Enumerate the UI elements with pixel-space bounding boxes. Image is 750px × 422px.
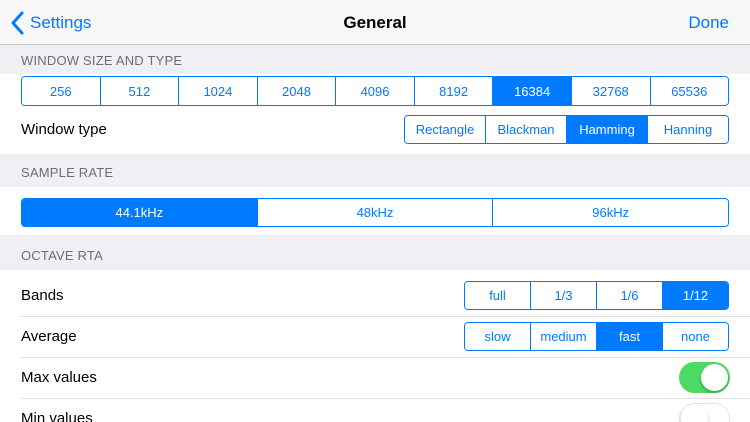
average-segmented-control: slow medium fast none (464, 322, 729, 351)
sample-rate-segmented-control: 44.1kHz 48kHz 96kHz (21, 198, 729, 227)
section-header-octave-rta: OCTAVE RTA (21, 248, 103, 263)
segment-window-size-7[interactable]: 32768 (570, 77, 650, 105)
segment-window-size-5[interactable]: 8192 (413, 77, 493, 105)
min-values-label: Min values (21, 410, 93, 422)
toggle-knob (701, 364, 728, 391)
back-button-label: Settings (30, 12, 92, 32)
min-values-toggle[interactable] (679, 403, 730, 422)
segment-window-size-1[interactable]: 512 (99, 77, 179, 105)
navigation-bar: Settings General Done (0, 0, 750, 45)
window-size-segmented-control: 256 512 1024 2048 4096 8192 16384 32768 65536 (21, 76, 729, 106)
segment-average-0[interactable]: slow (465, 323, 530, 350)
bands-label: Bands (21, 287, 64, 304)
segment-window-size-8[interactable]: 65536 (649, 77, 728, 105)
row-separator (21, 357, 750, 358)
segment-window-type-2[interactable]: Hamming (566, 116, 647, 143)
row-separator (21, 316, 750, 317)
segment-window-size-4[interactable]: 4096 (335, 77, 414, 105)
segment-window-type-1[interactable]: Blackman (485, 116, 566, 143)
page-title: General (343, 12, 407, 32)
window-type-label: Window type (21, 121, 107, 138)
max-values-toggle[interactable] (679, 362, 730, 393)
segment-window-size-3[interactable]: 2048 (256, 77, 336, 105)
segment-sample-rate-1[interactable]: 48kHz (256, 199, 493, 226)
max-values-label: Max values (21, 369, 97, 386)
row-separator (21, 398, 750, 399)
segment-average-3[interactable]: none (662, 323, 728, 350)
bands-segmented-control: full 1/3 1/6 1/12 (464, 281, 729, 310)
segment-sample-rate-2[interactable]: 96kHz (492, 199, 728, 226)
back-button[interactable]: Settings (10, 0, 91, 45)
section-header-sample-rate: SAMPLE RATE (21, 165, 114, 180)
segment-band-0[interactable]: full (465, 282, 530, 309)
segment-window-size-6[interactable]: 16384 (492, 77, 571, 105)
segment-window-size-2[interactable]: 1024 (178, 77, 257, 105)
section-header-window: WINDOW SIZE AND TYPE (21, 53, 183, 68)
done-button[interactable]: Done (688, 0, 729, 45)
segment-window-type-3[interactable]: Hanning (647, 116, 728, 143)
toggle-knob (681, 405, 708, 422)
segment-window-size-0[interactable]: 256 (22, 77, 100, 105)
average-label: Average (21, 328, 77, 345)
segment-window-type-0[interactable]: Rectangle (405, 116, 485, 143)
segment-sample-rate-0[interactable]: 44.1kHz (22, 199, 257, 226)
window-type-segmented-control: Rectangle Blackman Hamming Hanning (404, 115, 729, 144)
segment-band-3[interactable]: 1/12 (662, 282, 728, 309)
segment-band-2[interactable]: 1/6 (596, 282, 662, 309)
segment-average-2[interactable]: fast (596, 323, 662, 350)
segment-band-1[interactable]: 1/3 (530, 282, 596, 309)
segment-average-1[interactable]: medium (530, 323, 596, 350)
chevron-left-icon (11, 11, 24, 34)
